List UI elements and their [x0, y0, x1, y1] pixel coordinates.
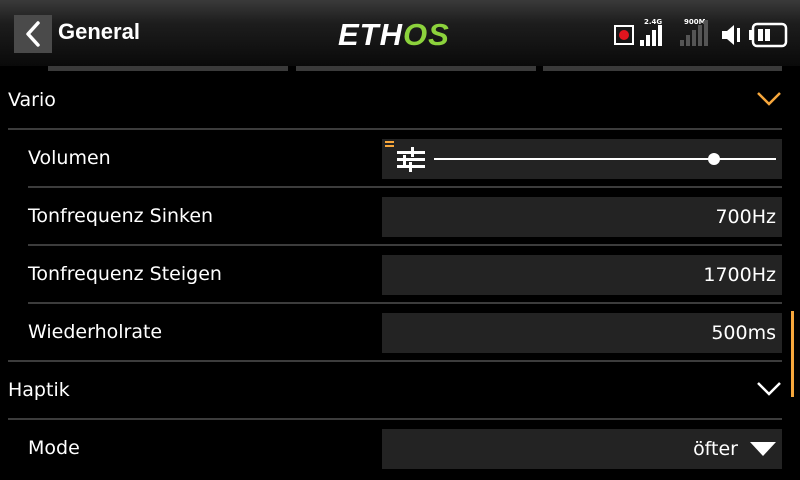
setting-row-tonfrequenz-sinken: Tonfrequenz Sinken 700Hz: [0, 188, 800, 246]
sliders-icon: [397, 147, 425, 172]
status-area: 2.4G 900M: [614, 16, 788, 48]
dropdown-value: öfter: [693, 438, 738, 460]
setting-label: Wiederholrate: [28, 321, 163, 343]
ethos-logo: ETHOS: [338, 17, 450, 52]
header-bar: General ETHOS 2.4G 900M: [0, 0, 800, 66]
battery-icon: [749, 22, 788, 48]
section-header-haptik[interactable]: Haptik: [0, 362, 800, 420]
back-button[interactable]: [14, 15, 52, 53]
chevron-left-icon: [26, 21, 40, 47]
tab-indicator[interactable]: [296, 66, 536, 71]
field-value: 1700Hz: [703, 264, 776, 286]
scrollbar[interactable]: [791, 311, 794, 397]
setting-label: Volumen: [28, 147, 111, 169]
chevron-down-icon[interactable]: [756, 380, 782, 398]
mode-dropdown[interactable]: öfter: [382, 429, 782, 469]
tonfrequenz-sinken-field[interactable]: 700Hz: [382, 197, 782, 237]
setting-label: Tonfrequenz Sinken: [28, 205, 214, 227]
slider-menu-icon: [385, 141, 394, 147]
speaker-mute-icon: [722, 25, 740, 45]
tab-indicator[interactable]: [543, 66, 782, 71]
volume-slider[interactable]: [382, 139, 782, 179]
wiederholrate-field[interactable]: 500ms: [382, 313, 782, 353]
tab-indicator[interactable]: [48, 66, 288, 71]
dropdown-arrow-icon: [750, 442, 776, 456]
setting-row-tonfrequenz-steigen: Tonfrequenz Steigen 1700Hz: [0, 246, 800, 304]
field-value: 700Hz: [715, 206, 776, 228]
section-header-vario[interactable]: Vario: [0, 72, 800, 130]
setting-row-mode: Mode öfter: [0, 420, 800, 478]
signal-2g-icon: 2.4G: [640, 18, 674, 48]
setting-label: Mode: [28, 437, 80, 459]
tonfrequenz-steigen-field[interactable]: 1700Hz: [382, 255, 782, 295]
signal-900m-icon: 900M: [680, 18, 714, 48]
setting-row-volumen: Volumen: [0, 130, 800, 188]
record-icon: [614, 25, 634, 45]
setting-label: Tonfrequenz Steigen: [28, 263, 222, 285]
tab-strip: [48, 66, 782, 71]
field-value: 500ms: [711, 322, 776, 344]
slider-track[interactable]: [434, 158, 776, 160]
page-title: General: [58, 19, 140, 44]
section-label: Haptik: [8, 379, 70, 401]
slider-knob[interactable]: [708, 153, 721, 165]
section-label: Vario: [8, 89, 56, 111]
setting-row-wiederholrate: Wiederholrate 500ms: [0, 304, 800, 362]
chevron-down-icon[interactable]: [756, 90, 782, 108]
